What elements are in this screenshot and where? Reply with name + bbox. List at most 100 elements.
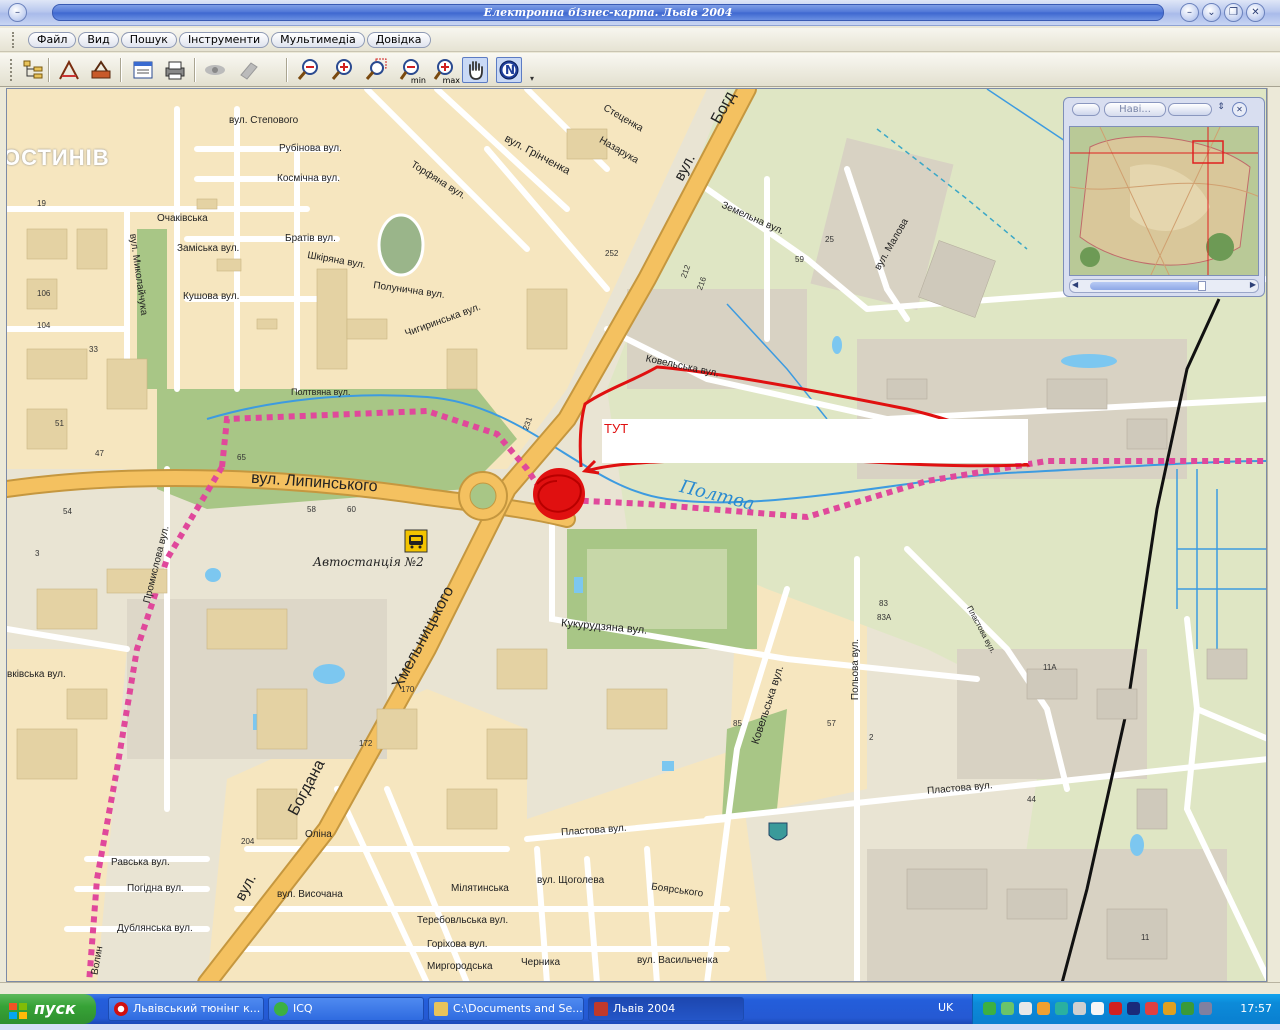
street-label-olina: Оліна: [305, 829, 332, 840]
street-label-stepovoho: вул. Степового: [229, 115, 299, 126]
toolbar: min max N ▾: [0, 53, 1280, 87]
street-label-terebovlianska: Теребовльська вул.: [417, 915, 509, 926]
pan-hand-button[interactable]: [462, 57, 488, 83]
menu-view[interactable]: Вид: [78, 32, 119, 48]
street-label-rubinova: Рубінова вул.: [279, 143, 342, 154]
house-number: 54: [63, 507, 72, 516]
task-label: C:\Documents and Se...: [453, 1002, 583, 1015]
toolbar-separator: [48, 58, 50, 82]
street-label-dublianska: Дублянська вул.: [117, 923, 193, 934]
annotation-label: ТУТ: [604, 421, 629, 436]
windows-logo-icon: [8, 1000, 28, 1019]
scroll-right-icon[interactable]: ▶: [1250, 280, 1256, 289]
measure-area-button[interactable]: [88, 57, 114, 83]
house-number: 60: [347, 505, 356, 514]
tray-volume-icon[interactable]: [1073, 1002, 1086, 1015]
eraser-button[interactable]: [236, 57, 262, 83]
navigator-scroll-marker[interactable]: [1198, 281, 1206, 291]
street-label-myrhorodska: Миргородська: [427, 961, 493, 972]
opera-icon: [114, 1002, 128, 1016]
tray-audio-icon[interactable]: [1037, 1002, 1050, 1015]
tray-messenger-icon[interactable]: [1019, 1002, 1032, 1015]
close-button[interactable]: ✕: [1246, 3, 1265, 22]
tray-display-icon[interactable]: [1091, 1002, 1104, 1015]
zoom-min-button[interactable]: min: [398, 57, 426, 85]
zoom-max-button[interactable]: max: [432, 57, 460, 85]
menu-multimedia[interactable]: Мультимедіа: [271, 32, 365, 48]
task-lviv-2004[interactable]: Львів 2004: [588, 997, 744, 1021]
navigator-panel[interactable]: Наві... ⇕ ✕ ◀ ▶: [1063, 97, 1265, 297]
bus-station-marker[interactable]: [404, 529, 428, 553]
zoom-in-button[interactable]: [330, 57, 356, 83]
district-label: ОСТИНІВ: [6, 145, 110, 170]
task-label: ICQ: [293, 1002, 313, 1015]
tray-keyboard-icon[interactable]: [1127, 1002, 1140, 1015]
show-hide-button[interactable]: [202, 57, 228, 83]
start-button[interactable]: пуск: [0, 994, 96, 1024]
house-number: 19: [37, 199, 46, 208]
minimize-button[interactable]: –: [1180, 3, 1199, 22]
tray-sync-icon[interactable]: [1055, 1002, 1068, 1015]
title-bar[interactable]: – Електронна бізнес-карта. Львів 2004 – …: [0, 0, 1280, 26]
navigator-close-icon[interactable]: ✕: [1232, 102, 1247, 117]
house-number: 3: [35, 549, 40, 558]
tray-security-icon[interactable]: [1145, 1002, 1158, 1015]
rollup-button[interactable]: ⌄: [1202, 3, 1221, 22]
tray-icq-icon[interactable]: [983, 1002, 996, 1015]
house-number: 44: [1027, 795, 1036, 804]
menu-help[interactable]: Довідка: [366, 32, 431, 48]
zoom-out-button[interactable]: [296, 57, 322, 83]
navigator-grip[interactable]: [1072, 103, 1100, 116]
north-orient-button[interactable]: N: [496, 57, 522, 83]
task-icq[interactable]: ICQ: [268, 997, 424, 1021]
hand-icon: [469, 61, 483, 80]
task-label: Львівський тюнінг к...: [133, 1002, 261, 1015]
street-label-kushova: Кушова вул.: [183, 291, 240, 302]
tray-antivirus-icon[interactable]: [1109, 1002, 1122, 1015]
navigator-spin-icon[interactable]: ⇕: [1214, 102, 1228, 117]
measure-distance-button[interactable]: [56, 57, 82, 83]
layers-tree-button[interactable]: [20, 57, 46, 83]
print-button[interactable]: [162, 57, 188, 83]
info-window-button[interactable]: [130, 57, 156, 83]
task-explorer[interactable]: C:\Documents and Se...: [428, 997, 584, 1021]
house-number: 33: [89, 345, 98, 354]
restore-button[interactable]: ❐: [1224, 3, 1243, 22]
tray-shield-icon[interactable]: [1181, 1002, 1194, 1015]
task-label: Львів 2004: [613, 1002, 676, 1015]
eye-icon: [205, 65, 225, 75]
scroll-left-icon[interactable]: ◀: [1072, 280, 1078, 289]
language-indicator[interactable]: UK: [938, 1001, 953, 1014]
tray-usb-icon[interactable]: [1163, 1002, 1176, 1015]
navigator-minimap[interactable]: [1069, 126, 1259, 276]
menu-file[interactable]: Файл: [28, 32, 77, 48]
menu-tools[interactable]: Інструменти: [178, 32, 270, 48]
street-label-polova: Польова вул.: [850, 638, 862, 701]
street-label-shchoholeva: вул. Щоголева: [537, 875, 605, 886]
icq-flower-icon: [274, 1002, 288, 1016]
system-menu-button[interactable]: –: [8, 3, 27, 22]
zoom-in-icon: [331, 59, 352, 80]
menu-grip-handle[interactable]: [12, 32, 16, 48]
house-number: 25: [825, 235, 834, 244]
layers-tree-icon: [23, 60, 43, 79]
street-label-kovelska-west: вківська вул.: [7, 669, 66, 680]
street-label-horikhova: Горіхова вул.: [427, 939, 488, 950]
task-opera[interactable]: Львівський тюнінг к...: [108, 997, 264, 1021]
clock[interactable]: 17:57: [1240, 1002, 1272, 1015]
toolbar-separator: [286, 58, 288, 82]
toolbar-grip-handle[interactable]: [10, 59, 13, 81]
ruler-compass-icon: [59, 59, 79, 80]
zoom-window-button[interactable]: [364, 57, 390, 83]
bottom-edge-frame: [0, 982, 1280, 994]
navigator-scroll-thumb[interactable]: [1090, 282, 1200, 290]
toolbar-overflow-chevron-icon[interactable]: ▾: [530, 59, 540, 83]
street-label-vysochana: вул. Височана: [277, 889, 343, 900]
navigator-scrollbar[interactable]: ◀ ▶: [1069, 279, 1259, 293]
tray-network-icon[interactable]: [1001, 1002, 1014, 1015]
house-number: 2: [869, 733, 874, 742]
menu-search[interactable]: Пошук: [120, 32, 177, 48]
navigator-slider[interactable]: [1168, 103, 1212, 116]
tray-printer-icon[interactable]: [1199, 1002, 1212, 1015]
taskbar: пуск Львівський тюнінг к... ICQ C:\Docum…: [0, 994, 1280, 1024]
